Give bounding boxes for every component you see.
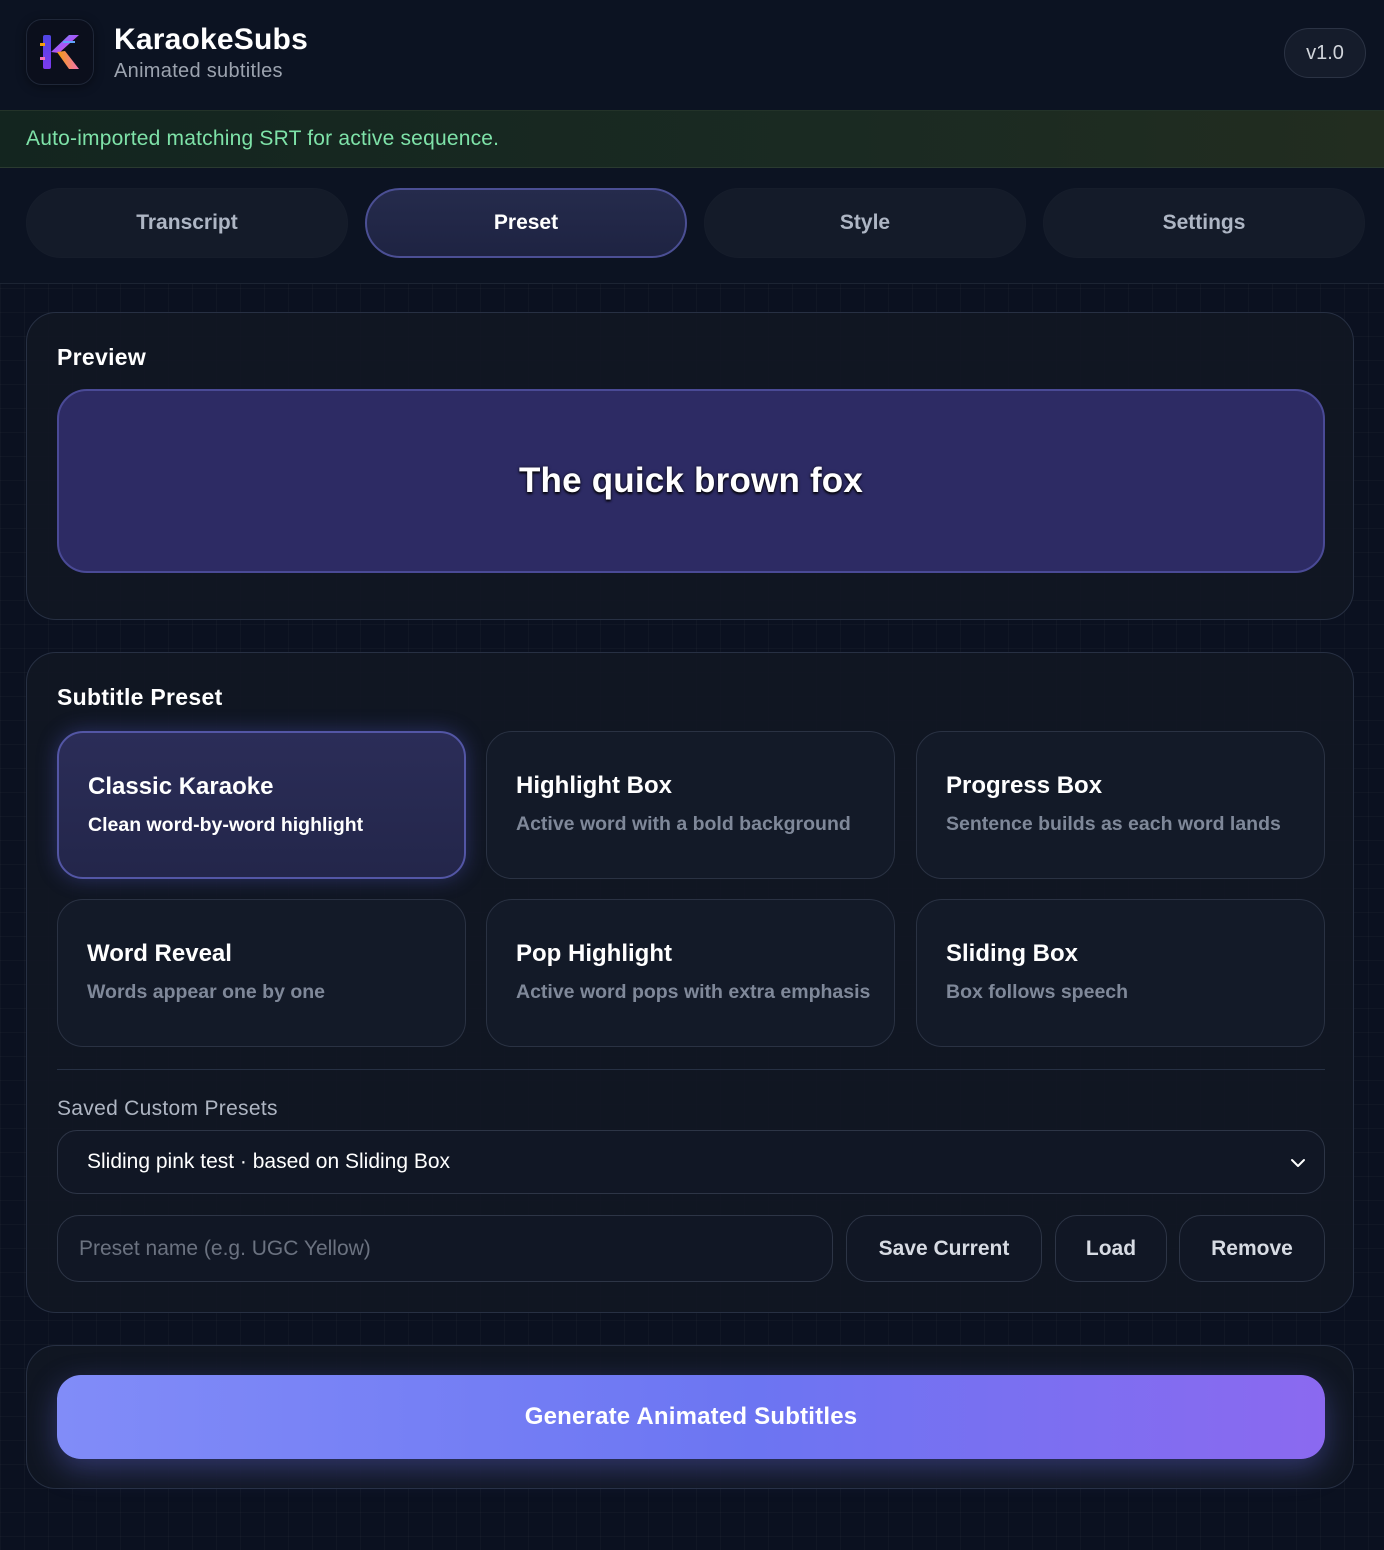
preset-name: Progress Box — [946, 772, 1103, 799]
version-badge[interactable]: v1.0 — [1284, 28, 1366, 78]
saved-presets-label: Saved Custom Presets — [57, 1097, 278, 1120]
preset-name: Word Reveal — [87, 940, 232, 967]
preset-option-sliding-box[interactable]: Sliding Box Box follows speech — [916, 899, 1325, 1047]
preset-option-progress-box[interactable]: Progress Box Sentence builds as each wor… — [916, 731, 1325, 879]
tab-style[interactable]: Style — [704, 188, 1026, 258]
preset-option-word-reveal[interactable]: Word Reveal Words appear one by one — [57, 899, 466, 1047]
preset-name: Pop Highlight — [516, 940, 672, 967]
preset-name: Sliding Box — [946, 940, 1078, 967]
karaoke-k-logo-icon — [40, 35, 79, 69]
preset-description: Words appear one by one — [87, 981, 326, 1003]
saved-presets-selected-value: Sliding pink test · based on Sliding Box — [87, 1150, 451, 1173]
section-divider — [57, 1069, 1325, 1070]
preset-option-pop-highlight[interactable]: Pop Highlight Active word pops with extr… — [486, 899, 895, 1047]
preview-title: Preview — [57, 344, 147, 370]
preset-name: Highlight Box — [516, 772, 672, 799]
app-subtitle: Animated subtitles — [114, 60, 283, 82]
chevron-down-icon — [1291, 1159, 1305, 1167]
preset-description: Active word pops with extra emphasis — [516, 981, 871, 1003]
tab-transcript[interactable]: Transcript — [26, 188, 348, 258]
preset-description: Sentence builds as each word lands — [946, 813, 1281, 835]
preset-name: Classic Karaoke — [88, 773, 274, 800]
app-title: KaraokeSubs — [114, 23, 308, 56]
preset-description: Box follows speech — [946, 981, 1129, 1003]
saved-presets-select[interactable]: Sliding pink test · based on Sliding Box — [57, 1130, 1325, 1194]
status-banner-message: Auto-imported matching SRT for active se… — [26, 127, 500, 150]
save-current-button[interactable]: Save Current — [846, 1215, 1042, 1282]
generate-card: Generate Animated Subtitles — [26, 1345, 1354, 1489]
tab-preset[interactable]: Preset — [365, 188, 687, 258]
app-header: KaraokeSubs Animated subtitles v1.0 — [0, 0, 1384, 110]
preview-sample-text: The quick brown fox — [518, 461, 864, 500]
status-banner: Auto-imported matching SRT for active se… — [0, 110, 1384, 168]
preset-description: Active word with a bold background — [516, 813, 851, 835]
preset-description: Clean word-by-word highlight — [88, 814, 364, 836]
preview-canvas: The quick brown fox — [57, 389, 1325, 573]
load-button[interactable]: Load — [1055, 1215, 1167, 1282]
preset-name-input[interactable] — [57, 1215, 833, 1282]
generate-subtitles-button[interactable]: Generate Animated Subtitles — [57, 1375, 1325, 1459]
tab-settings[interactable]: Settings — [1043, 188, 1365, 258]
preset-option-classic-karaoke[interactable]: Classic Karaoke Clean word-by-word highl… — [57, 731, 466, 879]
subtitle-preset-card: Subtitle Preset Classic Karaoke Clean wo… — [26, 652, 1354, 1313]
remove-button[interactable]: Remove — [1179, 1215, 1325, 1282]
tab-bar: Transcript Preset Style Settings — [0, 168, 1384, 284]
preview-card: Preview The quick brown fox — [26, 312, 1354, 620]
subtitle-preset-title: Subtitle Preset — [57, 684, 223, 710]
app-logo — [26, 19, 94, 85]
preset-option-highlight-box[interactable]: Highlight Box Active word with a bold ba… — [486, 731, 895, 879]
